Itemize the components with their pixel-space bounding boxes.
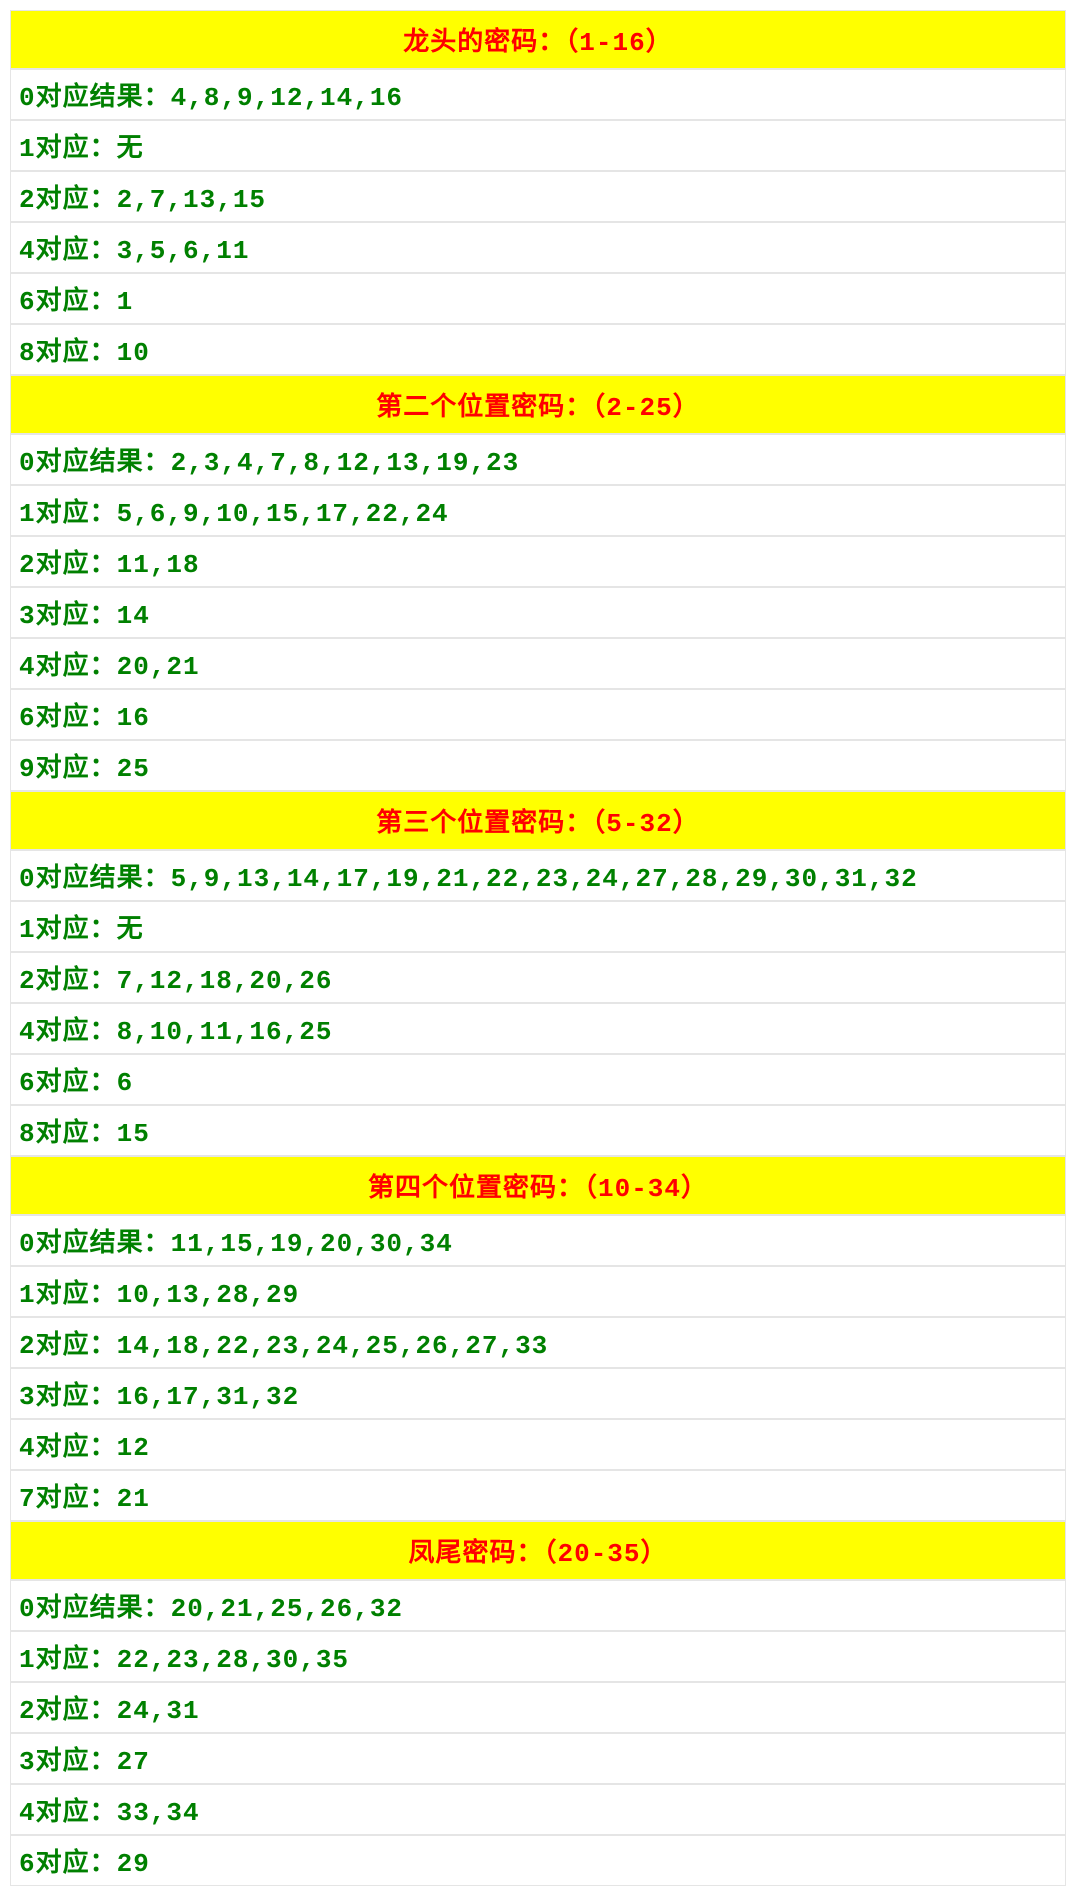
data-row: 0对应结果：2,3,4,7,8,12,13,19,23: [10, 434, 1066, 485]
data-row: 7对应：21: [10, 1470, 1066, 1521]
data-row: 0对应结果：20,21,25,26,32: [10, 1580, 1066, 1631]
data-row: 3对应：27: [10, 1733, 1066, 1784]
data-row: 6对应：29: [10, 1835, 1066, 1886]
data-row: 0对应结果：11,15,19,20,30,34: [10, 1215, 1066, 1266]
section-header-3: 第四个位置密码：（10-34）: [10, 1156, 1066, 1215]
data-row: 2对应：11,18: [10, 536, 1066, 587]
data-row: 4对应：8,10,11,16,25: [10, 1003, 1066, 1054]
data-row: 4对应：33,34: [10, 1784, 1066, 1835]
data-row: 6对应：16: [10, 689, 1066, 740]
data-row: 4对应：3,5,6,11: [10, 222, 1066, 273]
data-row: 4对应：20,21: [10, 638, 1066, 689]
data-row: 2对应：2,7,13,15: [10, 171, 1066, 222]
data-row: 6对应：1: [10, 273, 1066, 324]
data-row: 4对应：12: [10, 1419, 1066, 1470]
data-row: 2对应：7,12,18,20,26: [10, 952, 1066, 1003]
data-row: 8对应：15: [10, 1105, 1066, 1156]
data-row: 0对应结果：4,8,9,12,14,16: [10, 69, 1066, 120]
section-header-2: 第三个位置密码：（5-32）: [10, 791, 1066, 850]
data-row: 1对应：无: [10, 120, 1066, 171]
data-row: 1对应：22,23,28,30,35: [10, 1631, 1066, 1682]
data-row: 9对应：25: [10, 740, 1066, 791]
section-header-1: 第二个位置密码：（2-25）: [10, 375, 1066, 434]
section-header-0: 龙头的密码：（1-16）: [10, 10, 1066, 69]
section-header-4: 凤尾密码：（20-35）: [10, 1521, 1066, 1580]
data-row: 1对应：10,13,28,29: [10, 1266, 1066, 1317]
data-row: 0对应结果：5,9,13,14,17,19,21,22,23,24,27,28,…: [10, 850, 1066, 901]
data-row: 1对应：5,6,9,10,15,17,22,24: [10, 485, 1066, 536]
data-row: 8对应：10: [10, 324, 1066, 375]
data-row: 3对应：16,17,31,32: [10, 1368, 1066, 1419]
data-row: 3对应：14: [10, 587, 1066, 638]
data-row: 2对应：24,31: [10, 1682, 1066, 1733]
data-row: 1对应：无: [10, 901, 1066, 952]
data-row: 6对应：6: [10, 1054, 1066, 1105]
lottery-code-table: 龙头的密码：（1-16） 0对应结果：4,8,9,12,14,16 1对应：无 …: [10, 10, 1066, 1886]
data-row: 2对应：14,18,22,23,24,25,26,27,33: [10, 1317, 1066, 1368]
